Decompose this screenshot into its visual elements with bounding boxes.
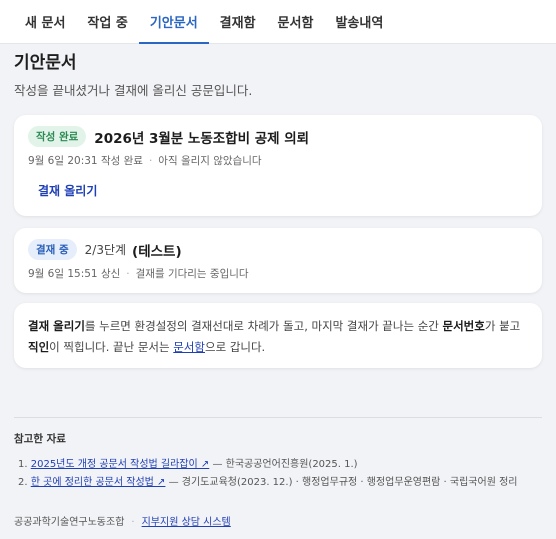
section-divider: [14, 417, 542, 418]
document-card[interactable]: 작성 완료 2026년 3월분 노동조합비 공제 의뢰 9월 6일 20:31 …: [14, 115, 542, 216]
notice-bold: 문서번호: [442, 319, 485, 333]
document-meta: 9월 6일 20:31 작성 완료 · 아직 올리지 않았습니다: [28, 153, 262, 168]
document-box-link[interactable]: 문서함: [173, 340, 205, 354]
notice-segment: 이 찍힙니다. 끝난 문서는: [49, 340, 174, 354]
separator-dot: ·: [126, 267, 130, 280]
top-tab-bar: 새 문서 작업 중 기안문서 결재함 문서함 발송내역: [0, 0, 556, 44]
document-status: 아직 올리지 않았습니다: [158, 155, 262, 167]
footer: 공공과학기술연구노동조합 · 지부지원 상담 시스템: [14, 513, 231, 528]
document-date: 9월 6일 20:31 작성 완료: [28, 155, 143, 167]
page-subtitle: 작성을 끝내셨거나 결재에 올리신 공문입니다.: [14, 83, 253, 98]
approval-step: 2/3단계: [84, 243, 127, 257]
tab-document-box[interactable]: 문서함: [267, 0, 325, 43]
document-meta: 9월 6일 15:51 상신 · 결재를 기다리는 중입니다: [28, 266, 249, 281]
notice-bold: 결재 올리기: [28, 319, 85, 333]
reference-number: 1.: [18, 459, 28, 470]
reference-source: — 한국공공언어진흥원(2025. 1.): [209, 459, 358, 470]
notice-segment: 으로 갑니다.: [205, 340, 266, 354]
notice-segment: 가 붙고: [484, 319, 521, 333]
reference-number: 2.: [18, 477, 28, 488]
document-card[interactable]: 결재 중 2/3단계 (테스트) 9월 6일 15:51 상신 · 결재를 기다…: [14, 228, 542, 293]
reference-item: 2. 한 곳에 정리한 공문서 작성법 ↗ — 경기도교육청(2023. 12.…: [18, 473, 517, 488]
status-badge: 작성 완료: [28, 126, 87, 147]
reference-link[interactable]: 한 곳에 정리한 공문서 작성법 ↗: [31, 477, 166, 488]
reference-source: — 경기도교육청(2023. 12.) · 행정업무규정 · 행정업무운영편람 …: [165, 477, 518, 488]
support-system-link[interactable]: 지부지원 상담 시스템: [142, 517, 231, 528]
separator-dot: ·: [148, 154, 153, 167]
submit-approval-button[interactable]: 결재 올리기: [38, 182, 97, 199]
notice-text: 결재 올리기를 누르면 환경설정의 결재선대로 차례가 돌고, 마지막 결재가 …: [28, 316, 530, 358]
reference-link[interactable]: 2025년도 개정 공문서 작성법 길라잡이 ↗: [31, 459, 210, 470]
tab-drafts[interactable]: 기안문서: [138, 0, 209, 44]
tab-approval-box[interactable]: 결재함: [209, 0, 267, 43]
document-title: (테스트): [132, 243, 182, 260]
status-badge: 결재 중: [28, 239, 77, 260]
document-status: 결재를 기다리는 중입니다: [135, 268, 249, 280]
tab-new-document[interactable]: 새 문서: [14, 0, 76, 43]
separator-dot: ·: [131, 517, 135, 528]
tab-in-progress[interactable]: 작업 중: [76, 0, 138, 43]
footer-org: 공공과학기술연구노동조합: [14, 517, 125, 528]
reference-item: 1. 2025년도 개정 공문서 작성법 길라잡이 ↗ — 한국공공언어진흥원(…: [18, 455, 358, 470]
tab-sent-history[interactable]: 발송내역: [324, 0, 394, 43]
page-title: 기안문서: [14, 53, 77, 73]
document-title: 2026년 3월분 노동조합비 공제 의뢰: [94, 130, 310, 147]
notice-bold: 직인: [28, 340, 50, 354]
info-notice: 결재 올리기를 누르면 환경설정의 결재선대로 차례가 돌고, 마지막 결재가 …: [14, 303, 542, 368]
references-title: 참고한 자료: [14, 433, 66, 445]
notice-segment: 를 누르면 환경설정의 결재선대로 차례가 돌고, 마지막 결재가 끝나는 순간: [84, 319, 443, 333]
document-date: 9월 6일 15:51 상신: [28, 268, 121, 280]
